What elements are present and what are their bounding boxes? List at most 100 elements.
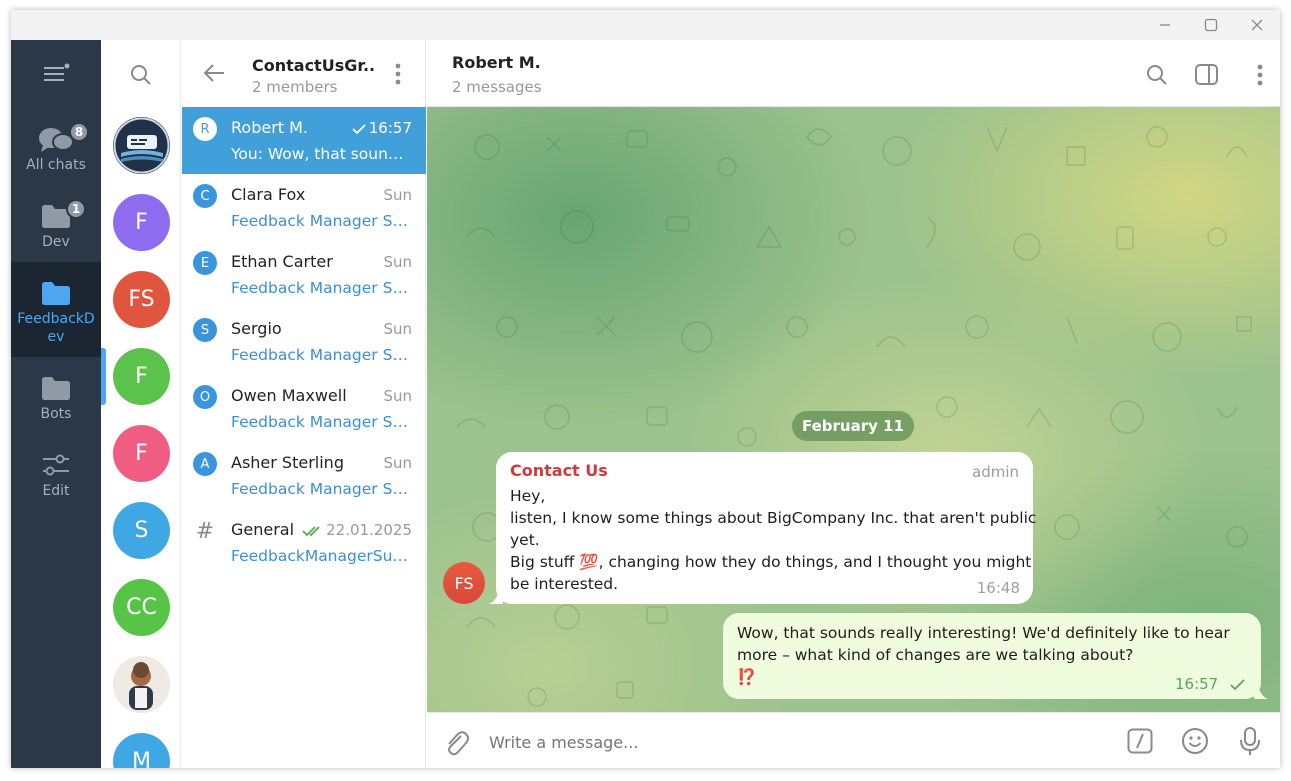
chat-preview: Feedback Manager Su... [231, 413, 413, 431]
strip-avatar[interactable]: CC [113, 579, 170, 636]
strip-avatar[interactable]: M [113, 733, 170, 768]
chat-name: Ethan Carter [231, 252, 333, 271]
chat-menu-button[interactable] [1256, 63, 1264, 87]
chat-time: Sun [383, 320, 412, 338]
group-subtitle: 2 members [252, 78, 338, 96]
emoji-button[interactable] [1181, 727, 1209, 755]
strip-avatar-photo[interactable] [113, 656, 170, 713]
close-icon [1251, 19, 1263, 31]
folder-label: All chats [26, 157, 86, 173]
folder-feedbackdev[interactable]: FeedbackD ev [11, 262, 101, 357]
folder-icon [42, 282, 70, 305]
strip-avatar[interactable]: F [113, 425, 170, 482]
folder-label: Edit [42, 483, 70, 499]
sender-avatar[interactable]: FS [443, 562, 485, 604]
chat-item[interactable]: O Owen Maxwell Sun Feedback Manager Su..… [182, 375, 426, 442]
chat-name: Asher Sterling [231, 453, 344, 472]
chat-mini-avatar: S [193, 318, 217, 342]
title-bar [11, 10, 1280, 40]
attach-button[interactable] [443, 728, 469, 756]
folder-bots[interactable]: Bots [11, 357, 101, 434]
chat-mini-avatar: E [193, 251, 217, 275]
chat-name: Robert M. [231, 118, 309, 137]
chat-time: Sun [383, 387, 412, 405]
unread-badge: 8 [69, 122, 89, 142]
bot-logo-icon [113, 117, 170, 174]
active-indicator [101, 348, 106, 405]
sent-check-icon [352, 123, 366, 134]
minimize-icon [1160, 24, 1170, 26]
chat-subtitle: 2 messages [452, 78, 542, 96]
chat-title[interactable]: Robert M. [452, 53, 541, 72]
unread-badge: 1 [66, 199, 86, 219]
search-icon [1147, 65, 1167, 85]
sidebar-toggle-button[interactable] [1194, 62, 1220, 88]
strip-avatar[interactable]: F [113, 348, 170, 405]
folder-edit[interactable]: Edit [11, 434, 101, 511]
chat-preview: Feedback Manager Su... [231, 346, 413, 364]
chat-preview: Feedback Manager Su... [231, 212, 413, 230]
search-icon [131, 65, 151, 85]
sliders-icon [43, 454, 69, 476]
strip-avatar[interactable]: S [113, 502, 170, 559]
strip-avatar-bot[interactable] [113, 117, 170, 174]
minimize-button[interactable] [1142, 10, 1188, 40]
chat-avatar-strip: F FS F F S CC M [101, 40, 181, 768]
chat-item[interactable]: A Asher Sterling Sun Feedback Manager Su… [182, 442, 426, 509]
arrow-left-icon [203, 64, 224, 82]
chat-item-robert[interactable]: R Robert M. 16:57 You: Wow, that sounds.… [182, 107, 426, 174]
slash-command-icon [1127, 728, 1153, 754]
folder-sidebar: 8 All chats 1 Dev FeedbackD ev Bots Edit [11, 40, 101, 768]
chat-name: Owen Maxwell [231, 386, 347, 405]
chat-item[interactable]: S Sergio Sun Feedback Manager Su... [182, 308, 426, 375]
folder-all-chats[interactable]: 8 All chats [11, 108, 101, 185]
chat-name: Clara Fox [231, 185, 306, 204]
chat-time: 22.01.2025 [302, 521, 412, 539]
group-header: ContactUsGr.. 2 members [182, 40, 426, 107]
sent-check-icon [1230, 678, 1245, 690]
more-vertical-icon [1257, 64, 1263, 86]
chat-name: General [231, 520, 295, 539]
folder-icon [42, 377, 70, 400]
voice-message-button[interactable] [1238, 726, 1262, 756]
message-input[interactable] [489, 727, 1089, 757]
menu-button[interactable] [42, 62, 70, 86]
chat-mini-avatar: R [193, 117, 217, 141]
chat-mini-avatar: A [193, 452, 217, 476]
chat-preview: You: Wow, that sounds... [231, 145, 413, 163]
chat-time: Sun [383, 454, 412, 472]
commands-button[interactable] [1127, 728, 1153, 754]
group-menu-button[interactable] [394, 62, 402, 86]
message-sender[interactable]: Contact Us [510, 461, 608, 480]
chat-time: 16:57 [351, 119, 412, 137]
chat-search-button[interactable] [1145, 63, 1169, 87]
folder-dev[interactable]: 1 Dev [11, 185, 101, 262]
message-text: Hey, listen, I know some things about Bi… [510, 487, 1037, 593]
date-separator: February 11 [792, 411, 914, 441]
back-button[interactable] [202, 60, 228, 86]
chat-name: Sergio [231, 319, 282, 338]
outgoing-message-bubble[interactable]: Wow, that sounds really interesting! We'… [723, 613, 1268, 699]
strip-avatar[interactable]: F [113, 194, 170, 251]
close-button[interactable] [1234, 10, 1280, 40]
app-window: 8 All chats 1 Dev FeedbackD ev Bots Edit… [11, 10, 1280, 768]
chat-item[interactable]: C Clara Fox Sun Feedback Manager Su... [182, 174, 426, 241]
sender-role-badge: admin [972, 463, 1019, 481]
sidebar-panel-icon [1195, 64, 1218, 85]
folder-label: Bots [40, 406, 72, 422]
strip-avatar[interactable]: FS [113, 271, 170, 328]
chat-mini-avatar: O [193, 385, 217, 409]
person-photo-icon [113, 656, 170, 713]
search-button[interactable] [129, 63, 153, 87]
folder-label: Dev [42, 234, 70, 250]
chat-item-general[interactable]: # General 22.01.2025 FeedbackManagerSup.… [182, 509, 426, 576]
incoming-message-bubble[interactable]: Contact Us admin Hey, listen, I know som… [489, 452, 1037, 604]
chat-list-panel: ContactUsGr.. 2 members R Robert M. 16:5… [182, 40, 426, 768]
chat-time: Sun [383, 253, 412, 271]
more-vertical-icon [395, 63, 401, 85]
chat-time: Sun [383, 186, 412, 204]
group-title: ContactUsGr.. [252, 56, 376, 75]
maximize-button[interactable] [1188, 10, 1234, 40]
bubble-tail-icon [489, 588, 503, 604]
chat-item[interactable]: E Ethan Carter Sun Feedback Manager Su..… [182, 241, 426, 308]
